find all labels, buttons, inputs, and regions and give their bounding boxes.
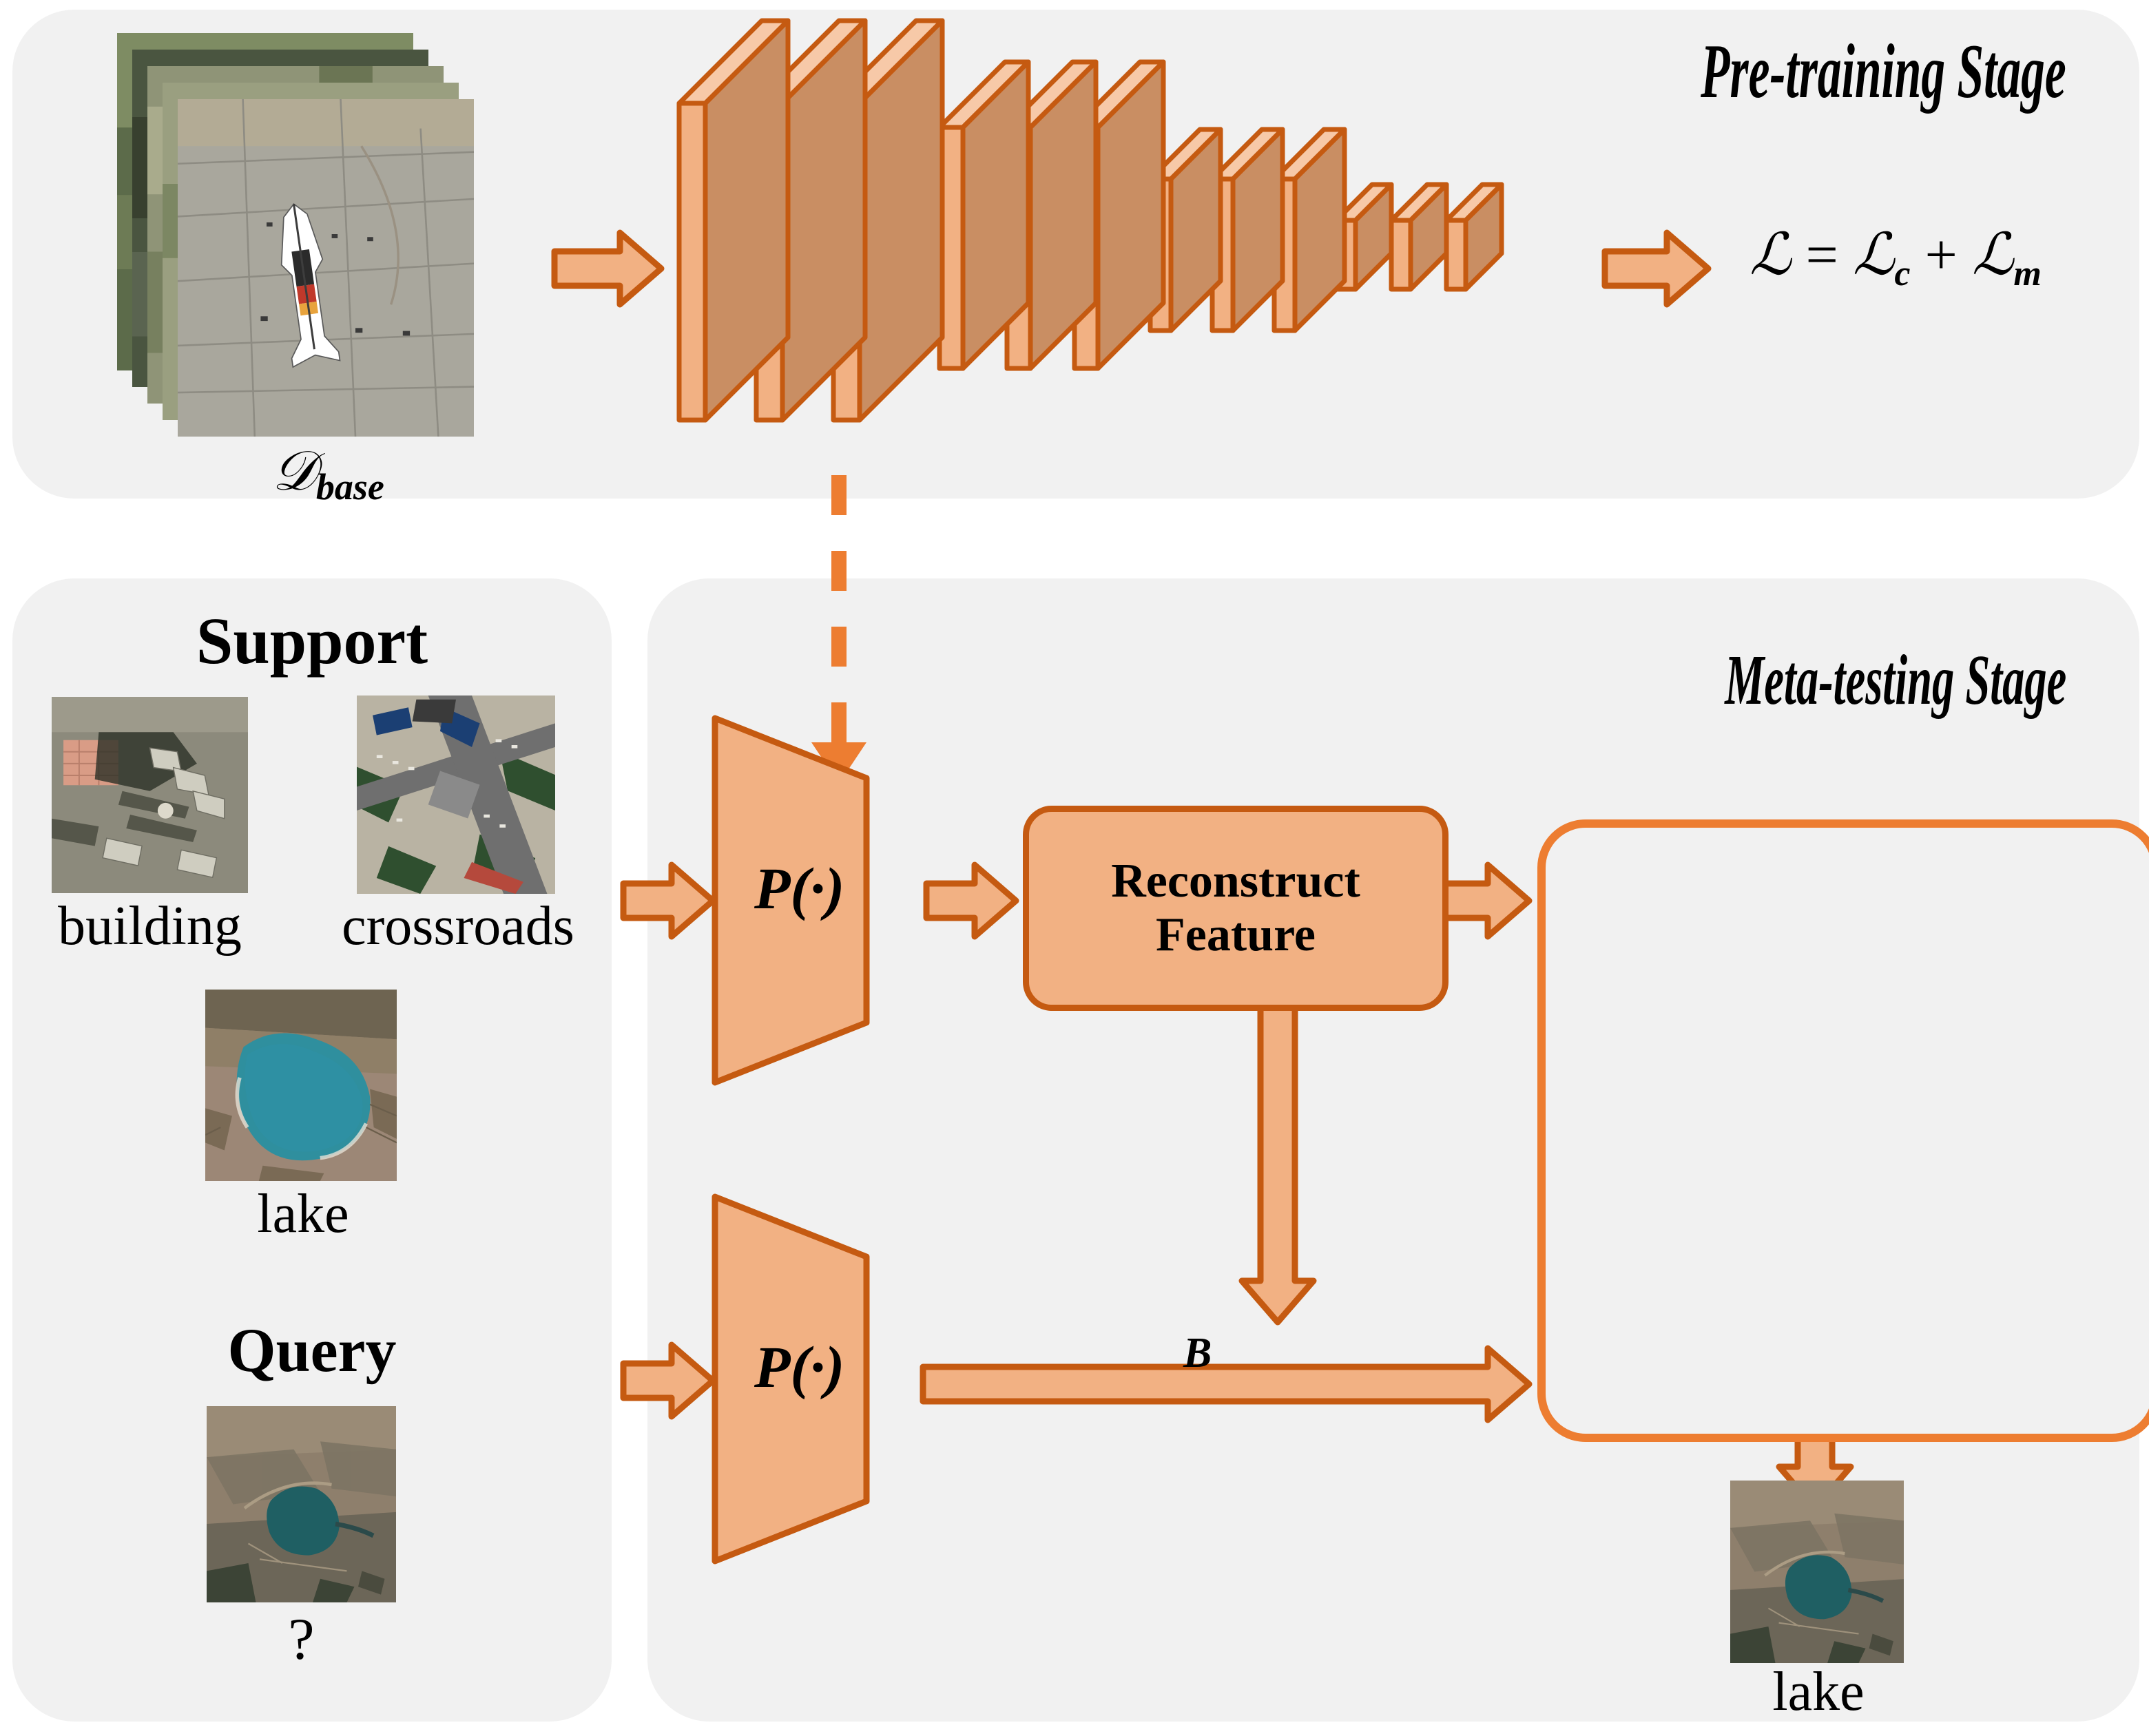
dataset-stack-image-1-airplane	[178, 99, 474, 437]
reconstruct-feature-line1: Reconstruct	[1111, 854, 1360, 908]
classifier-region	[1537, 819, 2149, 1442]
support-image-building	[52, 697, 248, 893]
meta-testing-stage-title: Meta-testing Stage	[1724, 640, 2066, 720]
support-label-crossroads: crossroads	[342, 896, 574, 956]
dataset-label-sub: base	[315, 466, 384, 508]
encoder-query-label: P(·)	[754, 1334, 845, 1400]
support-label-lake: lake	[257, 1184, 349, 1244]
dataset-label: 𝒟base	[272, 441, 384, 508]
prediction-image	[1730, 1481, 1904, 1663]
loss-term2: ℒ	[1971, 223, 2014, 287]
loss-term1: ℒ	[1852, 223, 1895, 287]
cnn-group-4	[1333, 182, 1504, 292]
dataset-label-main: 𝒟	[272, 441, 316, 502]
reconstruct-feature-box[interactable]: Reconstruct Feature	[1023, 806, 1449, 1011]
support-label-building: building	[58, 896, 242, 956]
loss-formula: ℒ = ℒc + ℒm	[1750, 220, 2042, 294]
support-heading: Support	[196, 604, 428, 678]
query-label: ?	[288, 1606, 315, 1672]
loss-plus: +	[1924, 223, 1958, 287]
loss-term2-sub: m	[2013, 254, 2042, 293]
encoder-support-label: P(·)	[754, 855, 845, 921]
cnn-group-3	[1148, 127, 1347, 333]
loss-lhs: ℒ	[1750, 223, 1792, 287]
pretraining-stage-title: Pre-training Stage	[1701, 29, 2066, 114]
cnn-group-1	[676, 18, 945, 423]
query-heading: Query	[227, 1317, 397, 1385]
prediction-label: lake	[1772, 1662, 1865, 1722]
reconstruct-feature-line2: Feature	[1156, 908, 1316, 961]
loss-term1-sub: c	[1894, 254, 1911, 293]
loss-equals: =	[1805, 223, 1838, 287]
support-image-lake	[205, 990, 397, 1181]
support-image-crossroads	[357, 696, 555, 894]
cnn-backbone	[676, 18, 1504, 423]
bias-label: B	[1183, 1330, 1212, 1377]
cnn-group-2	[937, 59, 1166, 371]
query-image	[207, 1406, 396, 1602]
